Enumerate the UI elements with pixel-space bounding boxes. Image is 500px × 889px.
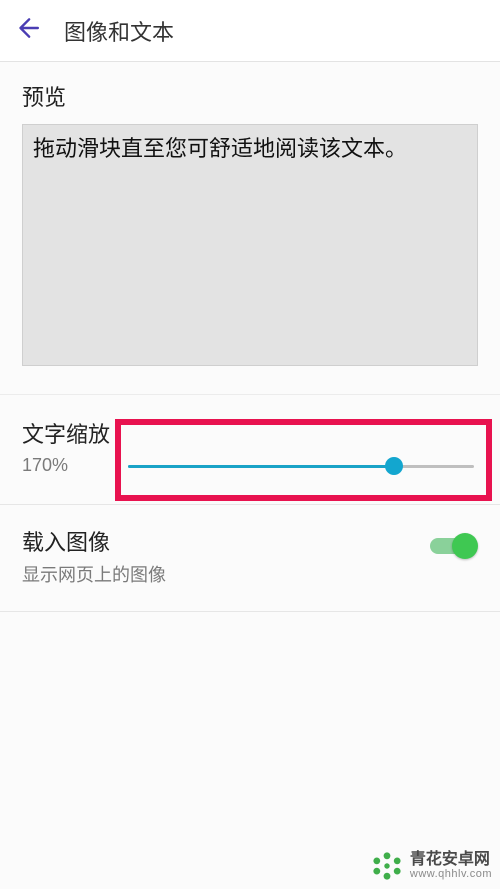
toggle-thumb	[452, 533, 478, 559]
back-arrow-icon[interactable]	[14, 15, 40, 46]
preview-sample-box: 拖动滑块直至您可舒适地阅读该文本。	[22, 124, 478, 366]
text-scaling-label: 文字缩放	[22, 417, 478, 449]
load-images-section[interactable]: 载入图像 显示网页上的图像	[0, 505, 500, 612]
watermark-logo-icon	[370, 849, 404, 883]
preview-section: 预览 拖动滑块直至您可舒适地阅读该文本。	[0, 62, 500, 395]
slider-track-fill	[128, 465, 394, 468]
preview-label: 预览	[22, 80, 478, 112]
load-images-toggle[interactable]	[430, 535, 476, 555]
text-scaling-section: 文字缩放 170%	[0, 395, 500, 505]
preview-sample-text: 拖动滑块直至您可舒适地阅读该文本。	[33, 136, 407, 161]
slider-thumb[interactable]	[385, 457, 403, 475]
watermark-name: 青花安卓网	[410, 852, 492, 869]
watermark-url: www.qhhlv.com	[410, 869, 492, 881]
watermark: 青花安卓网 www.qhhlv.com	[370, 849, 492, 883]
load-images-label: 载入图像	[22, 525, 478, 557]
app-header: 图像和文本	[0, 0, 500, 62]
load-images-subtitle: 显示网页上的图像	[22, 561, 478, 587]
page-title: 图像和文本	[64, 15, 174, 47]
text-scaling-slider[interactable]	[128, 451, 474, 481]
